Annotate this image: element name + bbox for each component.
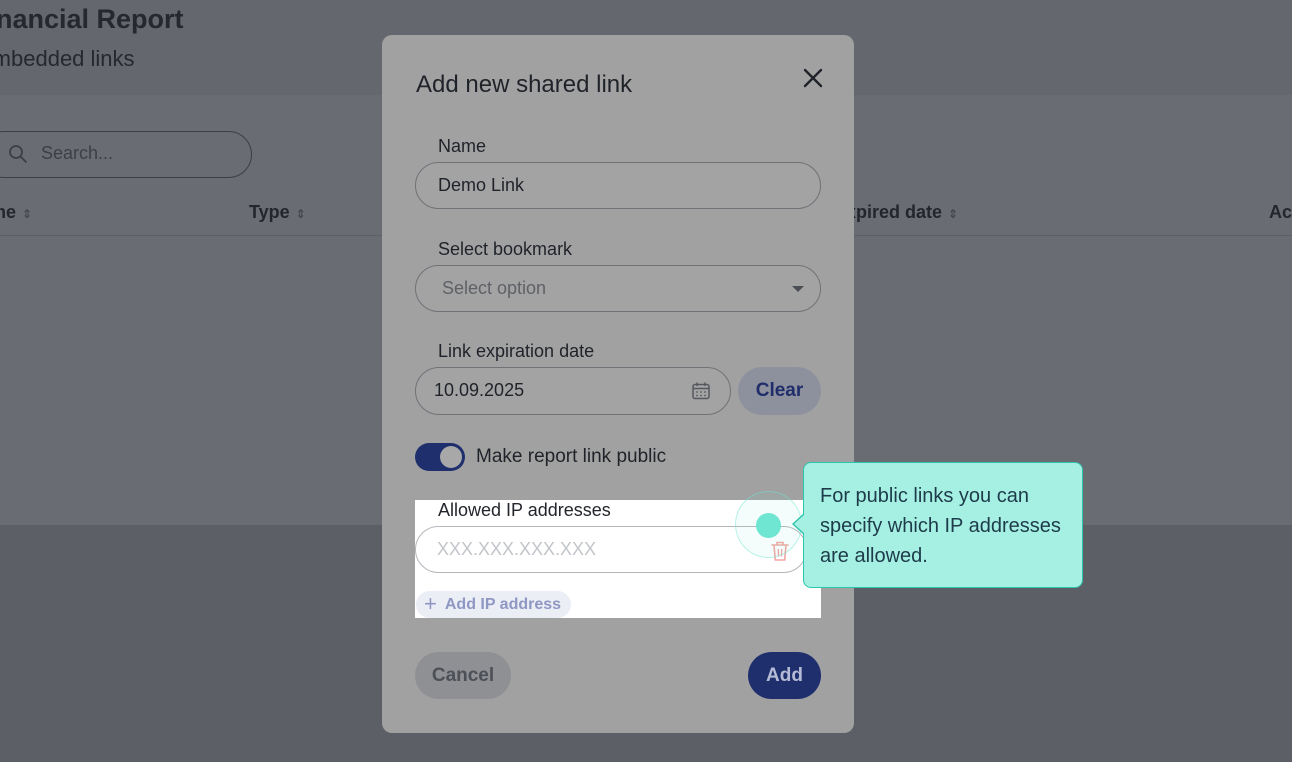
tooltip-arrow-fill xyxy=(794,514,805,534)
close-icon[interactable] xyxy=(800,65,826,91)
column-header-actions[interactable]: Actions xyxy=(1269,202,1292,223)
add-button[interactable]: Add xyxy=(748,652,821,699)
bookmark-select[interactable]: Select option xyxy=(415,265,821,312)
search-box[interactable] xyxy=(0,131,252,178)
add-ip-address-label: Add IP address xyxy=(444,595,562,613)
column-header-type[interactable]: Type ⇕ xyxy=(249,202,306,223)
cancel-button[interactable]: Cancel xyxy=(415,652,511,699)
add-ip-address-button[interactable]: + Add IP address xyxy=(416,590,572,618)
allowed-ip-label: Allowed IP addresses xyxy=(438,500,611,520)
bookmark-placeholder: Select option xyxy=(442,278,547,298)
name-label: Name xyxy=(438,136,487,156)
sort-icon: ⇕ xyxy=(948,207,959,221)
plus-icon: + xyxy=(424,590,437,616)
page-subtitle: Embedded links xyxy=(0,46,135,71)
expiration-date-value: 10.09.2025 xyxy=(434,380,525,400)
tooltip-text: For public links you can specify which I… xyxy=(820,485,1061,567)
search-input[interactable]: Search... xyxy=(41,143,113,164)
add-shared-link-dialog: Add new shared link Name Demo Link Selec… xyxy=(382,35,854,733)
name-value: Demo Link xyxy=(438,175,525,195)
page-title: Financial Report xyxy=(0,4,184,34)
dialog-title: Add new shared link xyxy=(416,71,633,98)
public-link-toggle[interactable] xyxy=(415,443,465,471)
sort-icon: ⇕ xyxy=(22,207,33,221)
clear-date-button[interactable]: Clear xyxy=(738,367,821,415)
toggle-knob xyxy=(440,446,462,468)
column-header-name[interactable]: Name⇕ xyxy=(0,202,32,223)
expiration-label: Link expiration date xyxy=(438,341,595,361)
search-icon xyxy=(9,145,27,163)
name-field[interactable]: Demo Link xyxy=(415,162,821,209)
sort-icon: ⇕ xyxy=(295,207,306,221)
calendar-icon[interactable] xyxy=(691,381,711,401)
tour-tooltip: For public links you can specify which I… xyxy=(792,462,1083,588)
bookmark-label: Select bookmark xyxy=(438,239,573,259)
chevron-down-icon xyxy=(792,286,804,292)
public-link-label: Make report link public xyxy=(476,446,667,467)
tour-hotspot[interactable] xyxy=(756,513,781,538)
expiration-date-field[interactable]: 10.09.2025 xyxy=(415,367,731,415)
ip-address-placeholder: XXX.XXX.XXX.XXX xyxy=(437,539,597,559)
